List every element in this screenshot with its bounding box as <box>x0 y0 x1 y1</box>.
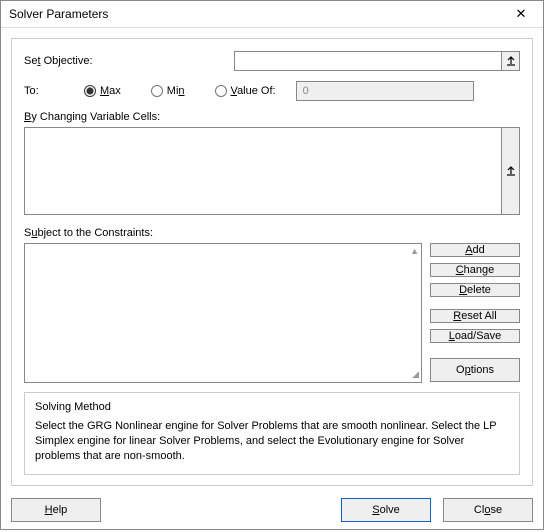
changing-cells-input[interactable] <box>25 128 501 214</box>
to-label: To: <box>24 85 74 97</box>
radio-max-input[interactable] <box>84 85 96 97</box>
add-button[interactable]: Add <box>430 243 520 257</box>
scroll-up-icon: ▲ <box>410 246 419 256</box>
radio-valueof-input[interactable] <box>215 85 227 97</box>
solver-dialog: Solver Parameters ✕ Set Objective: To: <box>0 0 544 530</box>
objective-ref-input <box>234 51 520 71</box>
close-icon[interactable]: ✕ <box>501 1 541 27</box>
method-description-box: Solving Method Select the GRG Nonlinear … <box>24 392 520 475</box>
constraints-label: Subject to the Constraints: <box>24 227 520 239</box>
radio-group: Max Min Value Of: <box>84 85 276 97</box>
footer: Help Solve Close <box>1 492 543 532</box>
window-title: Solver Parameters <box>9 7 108 21</box>
radio-valueof[interactable]: Value Of: <box>215 85 276 97</box>
changing-cells-ref-input <box>24 127 520 215</box>
objective-ref-icon[interactable] <box>501 52 519 70</box>
solve-button[interactable]: Solve <box>341 498 431 522</box>
set-objective-label: Set Objective: <box>24 55 234 67</box>
constraint-buttons: Add Change Delete Reset All Load/Save <box>430 243 520 329</box>
changing-cells-ref-icon[interactable] <box>501 128 519 214</box>
options-button[interactable]: Options <box>430 358 520 382</box>
constraints-row: ▲ ◢ Add Change Delete Reset All Load/Sav… <box>24 243 520 329</box>
method-box-text: Select the GRG Nonlinear engine for Solv… <box>35 419 509 464</box>
close-button[interactable]: Close <box>443 498 533 522</box>
constraints-listbox[interactable]: ▲ ◢ <box>24 243 422 383</box>
help-button[interactable]: Help <box>11 498 101 522</box>
change-button[interactable]: Change <box>430 263 520 277</box>
main-panel: Set Objective: To: Max <box>11 38 533 486</box>
reset-all-button[interactable]: Reset All <box>430 309 520 323</box>
resize-grip-icon: ◢ <box>412 369 419 380</box>
changing-cells-label: By Changing Variable Cells: <box>24 111 520 123</box>
content-area: Set Objective: To: Max <box>1 28 543 492</box>
objective-row: Set Objective: <box>24 51 520 71</box>
objective-input[interactable] <box>235 52 501 70</box>
radio-min[interactable]: Min <box>151 85 185 97</box>
radio-max[interactable]: Max <box>84 85 121 97</box>
valueof-input <box>296 81 474 101</box>
radio-min-input[interactable] <box>151 85 163 97</box>
method-box-title: Solving Method <box>35 401 509 413</box>
delete-button[interactable]: Delete <box>430 283 520 297</box>
to-row: To: Max Min Value Of: <box>24 81 520 101</box>
titlebar: Solver Parameters ✕ <box>1 1 543 28</box>
